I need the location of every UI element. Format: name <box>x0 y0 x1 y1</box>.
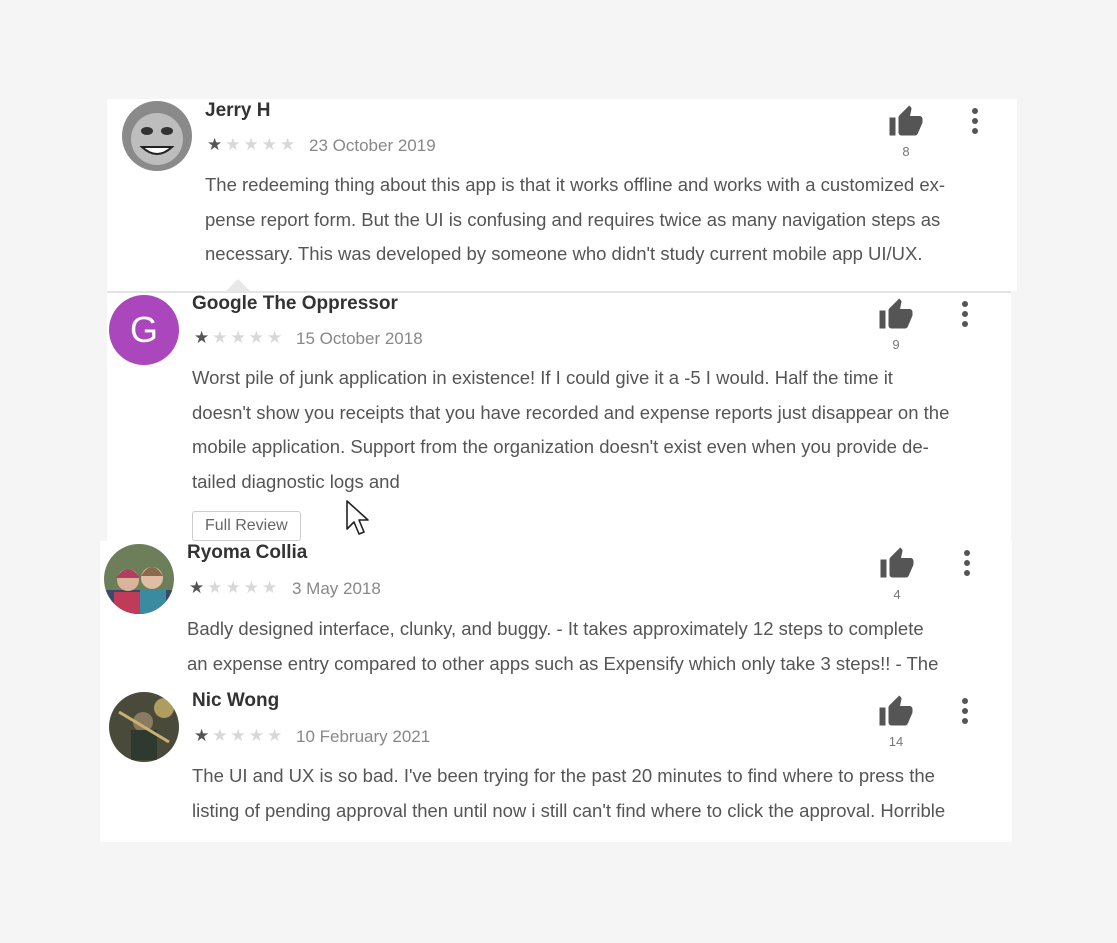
review-date: 3 May 2018 <box>292 579 381 598</box>
avatar[interactable] <box>122 101 192 171</box>
review-text-line: Worst pile of junk application in existe… <box>192 367 893 388</box>
avatar[interactable] <box>109 692 179 762</box>
thumbs-up-icon[interactable] <box>878 297 914 333</box>
review-text-line: mobile application. Support from the org… <box>192 436 929 458</box>
review-text: Worst pile of junk application in existe… <box>192 361 949 499</box>
review-text: The redeeming thing about this app is th… <box>205 168 945 272</box>
avatar-letter: G <box>129 309 158 350</box>
star-rating: ★★★★★ <box>189 578 280 598</box>
avatar[interactable] <box>104 544 174 614</box>
like-count: 8 <box>902 144 910 159</box>
review-text: The UI and UX is so bad. I've been tryin… <box>192 759 945 828</box>
more-vertical-icon[interactable] <box>970 108 980 136</box>
review-text-line: listing of pending approval then until n… <box>192 799 946 821</box>
avatar[interactable]: G <box>109 295 179 365</box>
star-rating: ★★★★★ <box>207 135 298 155</box>
review-text-line: tailed diagnostic logs and <box>192 470 400 492</box>
review-divider-notch <box>226 279 250 291</box>
star-rating: ★★★★★ <box>194 726 285 746</box>
star-icon: ★★★★ <box>207 578 281 597</box>
review-date: 15 October 2018 <box>296 329 423 348</box>
star-icon: ★★★★ <box>212 726 286 745</box>
review-text-line: Badly designed interface, clunky, and bu… <box>187 618 924 639</box>
reviewer-name: Jerry H <box>205 100 271 121</box>
reviewer-name: Ryoma Collia <box>187 542 308 563</box>
like-count: 4 <box>893 587 901 602</box>
thumbs-up-icon[interactable] <box>879 546 915 582</box>
review-text-line: pense report form. But the UI is confusi… <box>205 208 941 230</box>
thumbs-up-icon[interactable] <box>888 104 924 140</box>
review-text-line: doesn't show you receipts that you have … <box>192 401 950 423</box>
star-icon: ★ <box>194 328 213 347</box>
star-icon: ★★★★ <box>212 328 286 347</box>
mouse-pointer-icon <box>346 500 369 535</box>
reviewer-name: Google The Oppressor <box>192 293 398 314</box>
review-date: 10 February 2021 <box>296 727 431 746</box>
review-date: 23 October 2019 <box>309 136 436 155</box>
star-icon: ★ <box>207 135 226 154</box>
reviewer-name: Nic Wong <box>192 690 280 711</box>
more-vertical-icon[interactable] <box>962 550 972 578</box>
like-count: 9 <box>892 337 900 352</box>
like-count: 14 <box>888 734 904 749</box>
star-icon: ★ <box>189 578 208 597</box>
full-review-button[interactable]: Full Review <box>192 511 301 541</box>
star-icon: ★ <box>194 726 213 745</box>
thumbs-up-icon[interactable] <box>878 694 914 730</box>
review-text-line: The redeeming thing about this app is th… <box>205 174 946 195</box>
more-vertical-icon[interactable] <box>960 301 970 329</box>
review-text-line: an expense entry compared to other apps … <box>187 652 939 674</box>
review-text-line: necessary. This was developed by someone… <box>205 243 923 265</box>
review-text: Badly designed interface, clunky, and bu… <box>187 612 938 681</box>
review-text-line: The UI and UX is so bad. I've been tryin… <box>192 765 935 786</box>
star-icon: ★★★★ <box>225 135 299 154</box>
more-vertical-icon[interactable] <box>960 698 970 726</box>
star-rating: ★★★★★ <box>194 328 285 348</box>
